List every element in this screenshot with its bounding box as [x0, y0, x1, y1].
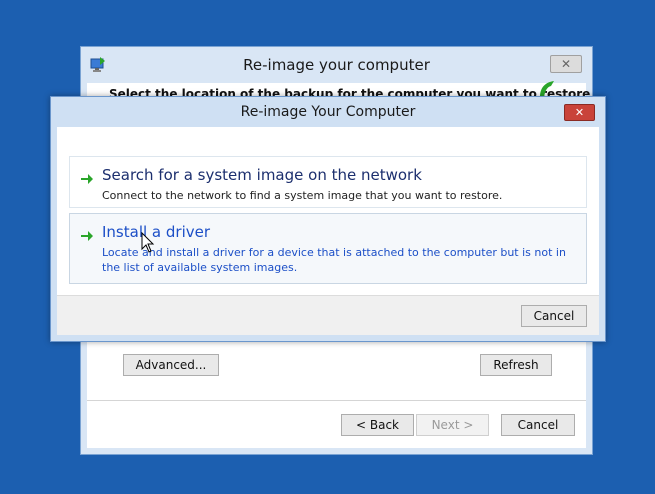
option-description: Locate and install a driver for a device… [102, 246, 566, 274]
dialog-titlebar: Re-image Your Computer ✕ [51, 97, 605, 127]
back-button[interactable]: < Back [341, 414, 414, 436]
green-arrow-icon [80, 228, 94, 242]
option-description: Connect to the network to find a system … [102, 189, 503, 202]
next-button[interactable]: Next > [416, 414, 489, 436]
green-arrow-icon [80, 171, 94, 185]
refresh-button[interactable]: Refresh [480, 354, 552, 376]
option-search-network[interactable]: Search for a system image on the network… [69, 156, 587, 208]
computer-restore-icon [89, 56, 107, 74]
option-title: Install a driver [102, 223, 211, 241]
close-icon: ✕ [560, 57, 572, 71]
dialog-close-button[interactable]: ✕ [564, 104, 595, 121]
driver-dialog-window: Re-image Your Computer ✕ Search for a sy… [50, 96, 606, 342]
wizard-title: Re-image your computer [243, 56, 430, 74]
dialog-title: Re-image Your Computer [240, 104, 416, 120]
wizard-close-button[interactable]: ✕ [550, 55, 582, 73]
dialog-cancel-button[interactable]: Cancel [521, 305, 587, 327]
cancel-button[interactable]: Cancel [501, 414, 575, 436]
advanced-button[interactable]: Advanced... [123, 354, 219, 376]
option-title: Search for a system image on the network [102, 166, 422, 184]
wizard-separator [87, 400, 586, 401]
wizard-titlebar: Re-image your computer ✕ [81, 47, 592, 83]
close-icon: ✕ [574, 106, 585, 119]
dialog-client-area: Search for a system image on the network… [57, 127, 599, 335]
mouse-cursor-icon [141, 231, 155, 254]
dialog-footer [57, 295, 599, 335]
